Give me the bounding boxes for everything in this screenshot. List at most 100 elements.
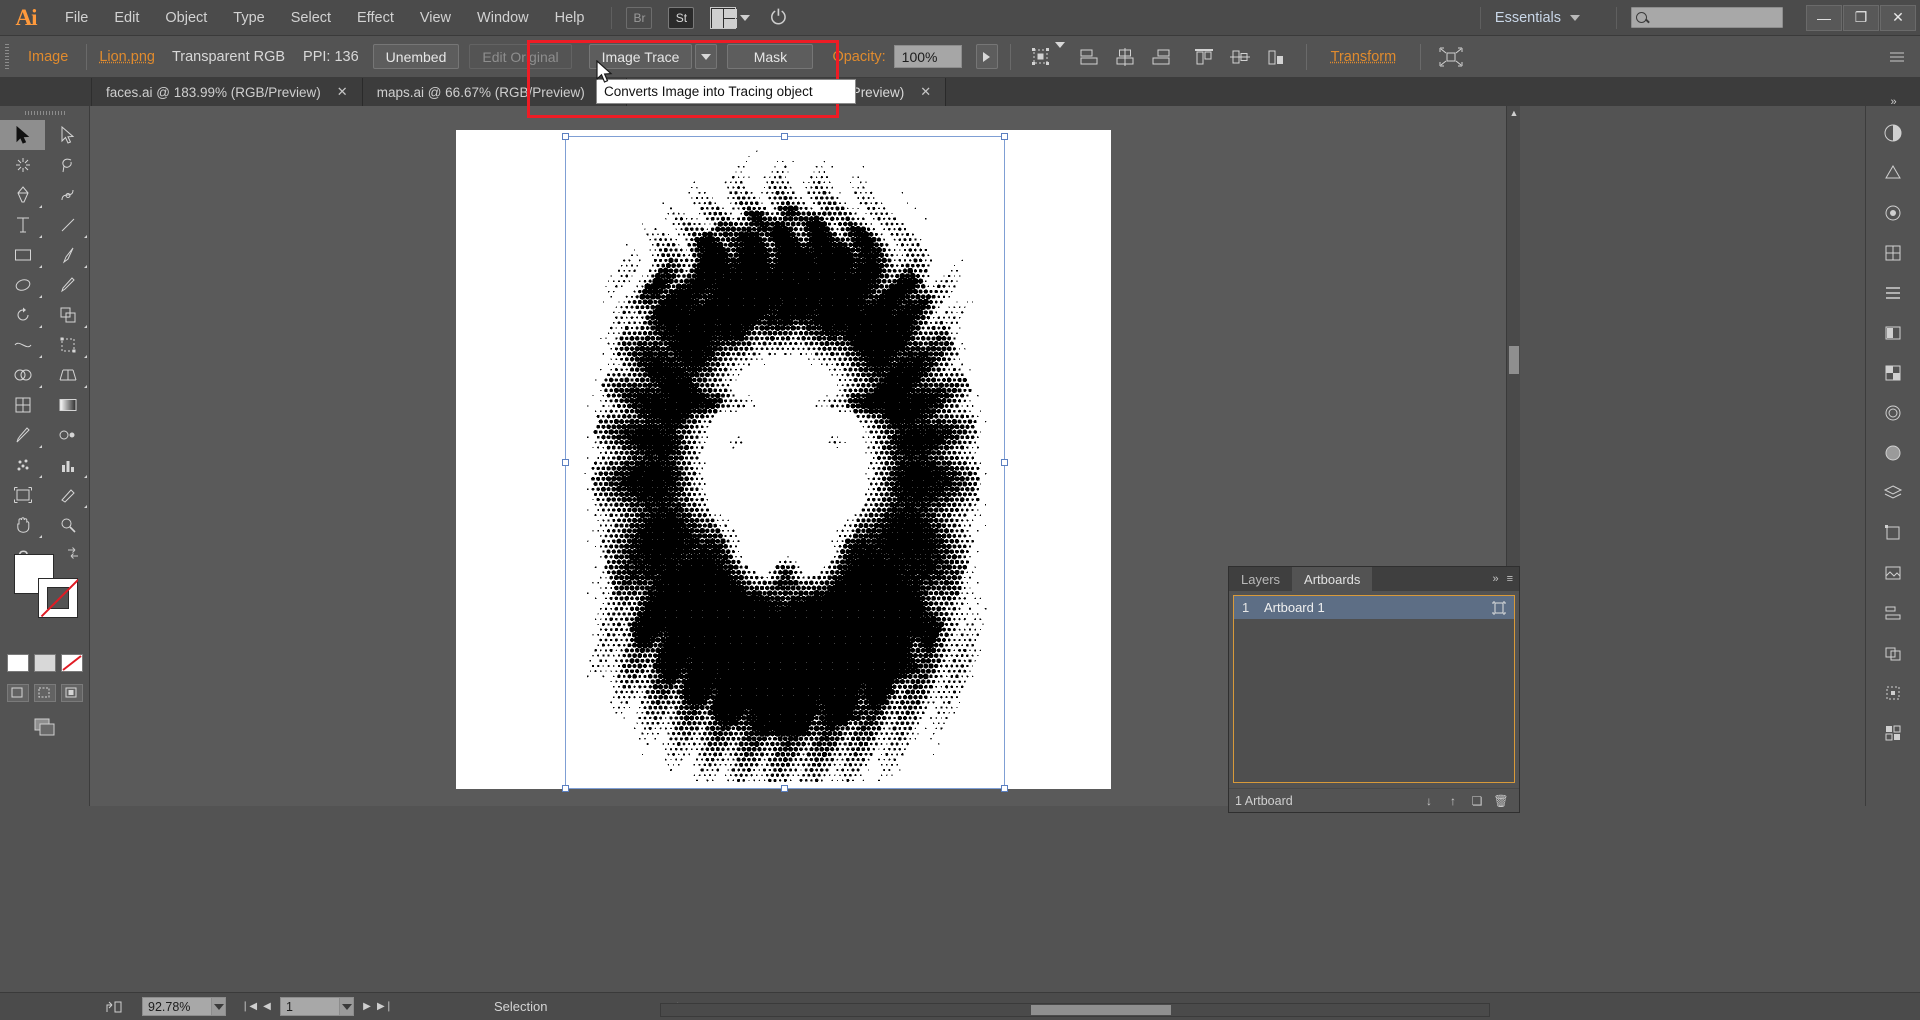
pencil-tool[interactable]	[45, 270, 90, 300]
layers-panel-icon[interactable]	[1872, 474, 1914, 512]
slice-tool[interactable]	[45, 480, 90, 510]
curvature-tool[interactable]	[45, 180, 90, 210]
appearance-panel-icon[interactable]	[1872, 394, 1914, 432]
artboard-tool[interactable]	[0, 480, 45, 510]
transparency-panel-icon[interactable]	[1872, 354, 1914, 392]
next-artboard-button[interactable]: ▶	[358, 997, 376, 1017]
line-segment-tool[interactable]	[45, 210, 90, 240]
magic-wand-tool[interactable]	[0, 150, 45, 180]
linked-file-link[interactable]: Lion.png	[91, 49, 163, 65]
zoom-level-input[interactable]: 92.78%	[142, 997, 212, 1016]
column-graph-tool[interactable]	[45, 450, 90, 480]
artboard-number-input[interactable]: 1	[280, 997, 340, 1016]
new-artboard-icon[interactable]: ❏	[1465, 791, 1489, 811]
vertical-scroll-thumb[interactable]	[1509, 346, 1519, 374]
artboard-dropdown-icon[interactable]	[340, 997, 354, 1016]
symbols-panel-icon[interactable]	[1872, 234, 1914, 272]
selection-tool[interactable]	[0, 120, 45, 150]
align-bottom-icon[interactable]	[1261, 43, 1291, 71]
artboards-list[interactable]: 1 Artboard 1	[1233, 595, 1515, 783]
transform-panel-icon[interactable]	[1872, 674, 1914, 712]
scroll-up-icon[interactable]: ▲	[1507, 106, 1520, 120]
menu-effect[interactable]: Effect	[344, 0, 407, 36]
graphic-styles-panel-icon[interactable]	[1872, 434, 1914, 472]
draw-inside-icon[interactable]	[60, 684, 83, 702]
shape-caret-icon[interactable]	[1054, 41, 1065, 66]
zoom-tool[interactable]	[45, 510, 90, 540]
tab-maps-ai[interactable]: maps.ai @ 66.67% (RGB/Preview) ✕	[362, 78, 627, 106]
draw-normal-icon[interactable]	[6, 684, 29, 702]
gradient-panel-icon[interactable]	[1872, 314, 1914, 352]
transform-panel-link[interactable]: Transform	[1319, 49, 1409, 65]
libraries-panel-icon[interactable]	[1872, 714, 1914, 752]
minimize-button[interactable]: —	[1806, 4, 1842, 31]
unembed-button[interactable]: Unembed	[372, 44, 460, 69]
mask-button[interactable]: Mask	[727, 44, 814, 69]
shape-builder-tool[interactable]	[0, 360, 45, 390]
last-artboard-button[interactable]: ▶❘	[376, 997, 394, 1017]
menu-view[interactable]: View	[407, 0, 464, 36]
width-tool[interactable]	[0, 330, 45, 360]
align-top-icon[interactable]	[1189, 43, 1219, 71]
rotate-tool[interactable]	[0, 300, 45, 330]
direct-selection-tool[interactable]	[45, 120, 90, 150]
menu-select[interactable]: Select	[278, 0, 344, 36]
none-swatch[interactable]	[60, 654, 83, 672]
panel-menu-icon[interactable]: ≡	[1507, 573, 1513, 585]
adobe-stock-icon[interactable]: St	[668, 6, 695, 29]
zoom-dropdown-icon[interactable]	[212, 997, 226, 1016]
move-down-icon[interactable]: ↓	[1417, 791, 1441, 811]
hand-tool[interactable]	[0, 510, 45, 540]
color-panel-icon[interactable]	[1872, 114, 1914, 152]
artboard-options-icon[interactable]	[1484, 601, 1514, 615]
tab-faces-ai[interactable]: faces.ai @ 183.99% (RGB/Preview) ✕	[92, 78, 363, 106]
artboards-panel-icon[interactable]	[1872, 514, 1914, 552]
pen-tool[interactable]	[0, 180, 45, 210]
arrange-documents-icon[interactable]	[710, 6, 738, 29]
white-fill-swatch[interactable]	[6, 654, 29, 672]
pathfinder-panel-icon[interactable]	[1872, 634, 1914, 672]
blend-tool[interactable]	[45, 420, 90, 450]
brushes-panel-icon[interactable]	[1872, 194, 1914, 232]
move-up-icon[interactable]: ↑	[1441, 791, 1465, 811]
sync-settings-icon[interactable]: ⏻	[770, 8, 786, 28]
lion-artwork[interactable]	[576, 142, 996, 782]
control-bar-gripper[interactable]	[0, 36, 14, 78]
restore-button[interactable]: ❐	[1843, 4, 1879, 31]
change-screen-mode-icon[interactable]	[32, 716, 58, 738]
lasso-tool[interactable]	[45, 150, 90, 180]
menu-window[interactable]: Window	[464, 0, 542, 36]
align-center-h-icon[interactable]	[1110, 43, 1140, 71]
tools-panel-gripper[interactable]	[0, 106, 89, 120]
horizontal-scrollbar[interactable]	[660, 1003, 1490, 1017]
eyedropper-tool[interactable]	[0, 420, 45, 450]
paintbrush-tool[interactable]	[45, 240, 90, 270]
scale-tool[interactable]	[45, 300, 90, 330]
links-panel-icon[interactable]	[1872, 554, 1914, 592]
control-panel-menu-icon[interactable]	[1882, 43, 1912, 71]
share-on-behance-icon[interactable]	[100, 993, 128, 1020]
search-input[interactable]	[1631, 7, 1783, 28]
expand-panel-icon[interactable]: »	[1492, 573, 1498, 585]
delete-artboard-icon[interactable]: 🗑	[1489, 791, 1513, 811]
align-right-icon[interactable]	[1146, 43, 1176, 71]
horizontal-scroll-thumb[interactable]	[1031, 1005, 1171, 1015]
workspace-switcher[interactable]: Essentials	[1495, 10, 1580, 26]
close-icon[interactable]: ✕	[337, 84, 348, 100]
artboard-list-item[interactable]: 1 Artboard 1	[1234, 596, 1514, 619]
previous-artboard-button[interactable]: ◀	[258, 997, 276, 1017]
stroke-panel-icon[interactable]	[1872, 274, 1914, 312]
shaper-tool[interactable]	[0, 270, 45, 300]
tab-artboards[interactable]: Artboards	[1292, 567, 1373, 591]
mesh-tool[interactable]	[0, 390, 45, 420]
tab-bar-gripper[interactable]	[0, 78, 92, 106]
gradient-swatch[interactable]	[33, 654, 56, 672]
opacity-input[interactable]: 100%	[893, 45, 962, 68]
rectangle-tool[interactable]	[0, 240, 45, 270]
menu-type[interactable]: Type	[220, 0, 277, 36]
menu-object[interactable]: Object	[152, 0, 220, 36]
close-button[interactable]: ✕	[1880, 4, 1916, 31]
type-tool[interactable]	[0, 210, 45, 240]
shape-options-icon[interactable]	[1026, 43, 1056, 71]
image-trace-preset-dropdown[interactable]	[695, 44, 718, 69]
